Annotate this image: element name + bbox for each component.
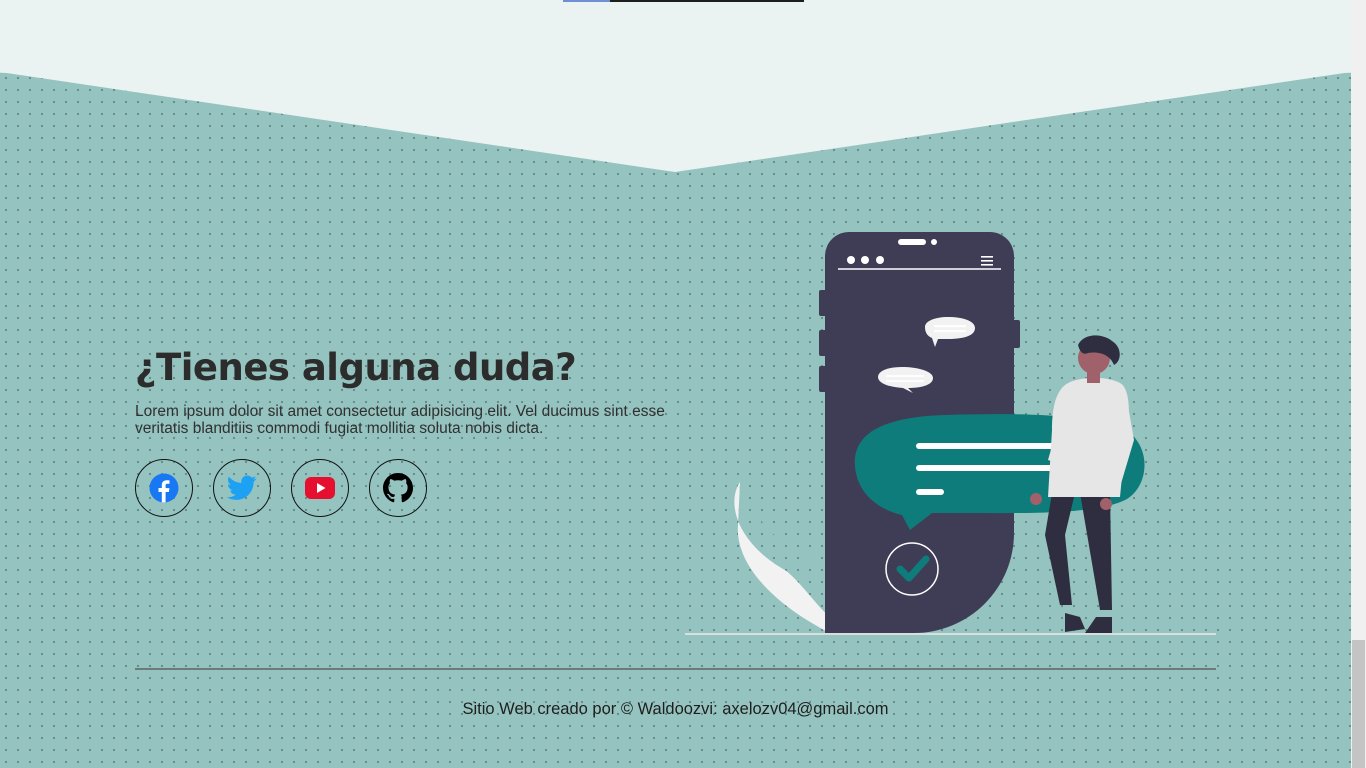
twitter-link[interactable] — [213, 459, 271, 517]
contact-heading: ¿Tienes alguna duda? — [135, 346, 577, 389]
page-scrollbar[interactable] — [1351, 0, 1366, 768]
footer-credit: Sitio Web creado por © Waldoozvi: axeloz… — [462, 700, 889, 718]
facebook-icon — [149, 473, 179, 503]
page: ¿Tienes alguna duda? Lorem ipsum dolor s… — [0, 0, 1351, 768]
contact-section: ¿Tienes alguna duda? Lorem ipsum dolor s… — [135, 345, 675, 517]
section-divider-shape — [0, 72, 1351, 172]
social-links — [135, 459, 675, 517]
nav-underline — [610, 0, 804, 2]
scrollbar-thumb[interactable] — [1352, 640, 1365, 768]
previous-section — [0, 0, 1351, 73]
twitter-icon — [227, 475, 257, 500]
github-link[interactable] — [369, 459, 427, 517]
contact-description: Lorem ipsum dolor sit amet consectetur a… — [135, 403, 665, 437]
nav-underline-accent — [563, 0, 610, 2]
chat-phone-illustration — [685, 231, 1216, 635]
youtube-link[interactable] — [291, 459, 349, 517]
youtube-icon — [305, 477, 335, 499]
facebook-link[interactable] — [135, 459, 193, 517]
footer-divider — [135, 668, 1216, 670]
github-icon — [383, 473, 413, 503]
